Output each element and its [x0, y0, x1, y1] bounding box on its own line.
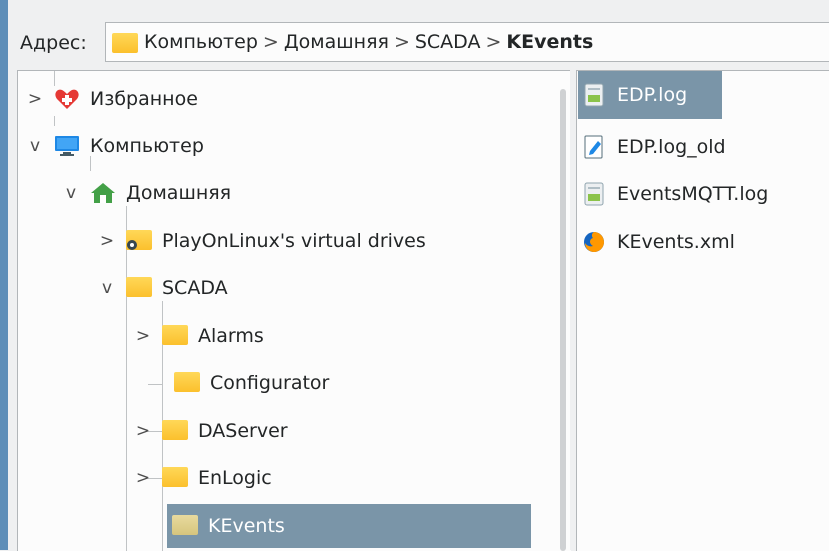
tree-item-computer[interactable]: v Компьютер: [26, 126, 204, 166]
file-item-edp-log-old[interactable]: EDP.log_old: [583, 127, 726, 167]
folder-icon: [162, 325, 188, 347]
tree-item-kevents[interactable]: KEvents: [172, 506, 285, 546]
address-bar: Адрес: Компьютер > Домашняя > SCADA > KE…: [8, 0, 829, 68]
tree-item-playonlinux[interactable]: > PlayOnLinux's virtual drives: [98, 221, 426, 261]
chevron-right-icon[interactable]: >: [98, 231, 116, 251]
folder-icon: [174, 372, 200, 394]
tree-item-label: DAServer: [198, 420, 288, 442]
tree-item-alarms[interactable]: > Alarms: [134, 316, 264, 356]
chevron-right-icon[interactable]: >: [134, 421, 152, 441]
file-item-label: KEvents.xml: [617, 231, 735, 253]
log-file-icon: [583, 83, 605, 107]
log-file-icon: [583, 182, 605, 206]
folder-tree-panel[interactable]: > Избранное v Компьютер v Домашняя > Pla…: [17, 70, 571, 551]
file-list-panel[interactable]: EDP.log EDP.log_old EventsMQTT.log KEven…: [576, 70, 829, 551]
folder-icon: [126, 277, 152, 299]
breadcrumb-home[interactable]: Домашняя: [282, 31, 391, 53]
breadcrumb-separator[interactable]: >: [391, 31, 413, 53]
file-item-edp-log[interactable]: EDP.log: [583, 75, 687, 115]
file-item-label: EDP.log_old: [617, 136, 726, 158]
tree-item-label: Избранное: [90, 88, 198, 110]
breadcrumb-current[interactable]: KEvents: [504, 31, 593, 53]
tree-item-label: PlayOnLinux's virtual drives: [162, 230, 426, 252]
tree-item-favorites[interactable]: > Избранное: [26, 79, 198, 119]
computer-icon: [54, 135, 80, 157]
chevron-right-icon[interactable]: >: [26, 89, 44, 109]
chevron-right-icon[interactable]: >: [134, 468, 152, 488]
chevron-right-icon[interactable]: >: [134, 326, 152, 346]
address-label: Адрес:: [20, 32, 87, 54]
file-item-label: EDP.log: [617, 84, 688, 106]
tree-item-label: SCADA: [162, 277, 228, 299]
file-item-label: EventsMQTT.log: [617, 183, 769, 205]
breadcrumb-separator[interactable]: >: [482, 31, 504, 53]
breadcrumb-computer[interactable]: Компьютер: [142, 31, 260, 53]
tree-item-home[interactable]: v Домашняя: [62, 173, 231, 213]
tree-item-label: EnLogic: [198, 467, 272, 489]
tree-item-label: Компьютер: [90, 135, 204, 157]
tree-item-daserver[interactable]: > DAServer: [134, 411, 288, 451]
folder-icon: [112, 33, 138, 53]
tree-item-label: KEvents: [208, 515, 285, 537]
tree-item-label: Домашняя: [126, 182, 232, 204]
tree-item-label: Configurator: [210, 372, 330, 394]
chevron-down-icon[interactable]: v: [62, 183, 80, 203]
favorites-heart-icon: [54, 88, 80, 110]
tree-item-scada[interactable]: v SCADA: [98, 268, 228, 308]
breadcrumb-separator[interactable]: >: [260, 31, 282, 53]
chevron-down-icon[interactable]: v: [98, 278, 116, 298]
window-left-edge: [0, 0, 8, 550]
tree-scrollbar[interactable]: [560, 89, 566, 551]
tree-item-label: Alarms: [198, 325, 264, 347]
firefox-icon: [583, 230, 605, 254]
file-item-eventsmqtt-log[interactable]: EventsMQTT.log: [583, 174, 768, 214]
folder-icon: [126, 230, 152, 252]
folder-icon: [172, 515, 198, 537]
address-field[interactable]: Компьютер > Домашняя > SCADA > KEvents: [105, 22, 829, 62]
text-file-icon: [583, 135, 605, 159]
breadcrumb-scada[interactable]: SCADA: [413, 31, 483, 53]
folder-icon: [162, 467, 188, 489]
chevron-down-icon[interactable]: v: [26, 136, 44, 156]
file-item-kevents-xml[interactable]: KEvents.xml: [583, 222, 735, 262]
home-icon: [90, 182, 116, 204]
tree-item-enlogic[interactable]: > EnLogic: [134, 458, 272, 498]
folder-icon: [162, 420, 188, 442]
tree-item-configurator[interactable]: Configurator: [162, 363, 329, 403]
